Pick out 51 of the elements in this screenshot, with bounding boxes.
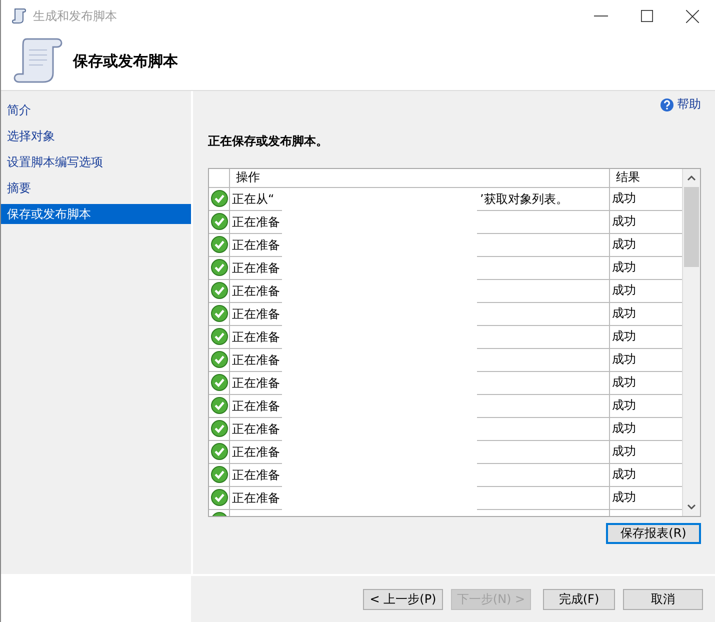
wizard-button[interactable]: < 上一步(P) [363, 588, 443, 610]
sidebar-item[interactable]: 简介 [1, 97, 191, 123]
success-check-icon [210, 213, 228, 230]
success-check-icon [210, 190, 228, 208]
success-check-icon [210, 351, 228, 368]
table-cell-text: 正在从“ [232, 190, 276, 208]
table-cell: 正在准备 [232, 398, 280, 415]
save-report-button[interactable]: 保存报表(R) [606, 522, 701, 544]
scrollbar-thumb[interactable] [684, 186, 699, 267]
page-title: 保存或发布脚本 [73, 52, 178, 70]
success-check-icon [210, 282, 228, 300]
maximize-icon[interactable] [641, 10, 653, 22]
success-check-icon [210, 328, 228, 346]
table-cell: 正在准备 [232, 282, 280, 300]
close-icon[interactable] [686, 10, 699, 22]
table-cell: 正在准备 [232, 306, 280, 323]
section-heading: 正在保存或发布脚本。 [208, 133, 329, 150]
scroll-icon [11, 8, 27, 24]
table-cell: 正在准备 [232, 444, 280, 461]
success-check-icon [210, 489, 228, 506]
success-check-icon [210, 443, 228, 460]
table-cell: 正在准备 [232, 214, 280, 231]
wizard-button[interactable]: 完成(F) [543, 588, 615, 610]
table-cell: 正在准备 [232, 328, 280, 346]
success-check-icon [210, 466, 228, 484]
success-check-icon [210, 420, 228, 438]
table-cell: 正在准备 [232, 352, 280, 369]
scroll-icon [13, 36, 63, 86]
sidebar-item[interactable]: 摘要 [1, 175, 191, 201]
table-cell: 正在准备 [232, 374, 280, 392]
sidebar-item[interactable]: 保存或发布脚本 [1, 204, 191, 224]
scroll-down-icon[interactable] [687, 504, 696, 510]
window-title: 生成和发布脚本 [33, 8, 117, 24]
table-cell: ’获取对象列表。 [480, 190, 568, 208]
success-check-icon [210, 397, 228, 414]
success-check-icon [210, 236, 228, 254]
scrollbar[interactable] [682, 168, 700, 516]
table-cell: 正在准备 [232, 420, 280, 438]
success-check-icon [210, 374, 228, 392]
success-check-icon [210, 259, 228, 276]
help-link[interactable]: 帮助 [660, 96, 701, 113]
table-cell: 正在准备 [232, 466, 280, 484]
sidebar-item[interactable]: 设置脚本编写选项 [1, 149, 191, 175]
table-cell: 正在准备 [232, 490, 280, 507]
wizard-button[interactable]: 取消 [623, 588, 703, 610]
sidebar-item[interactable]: 选择对象 [1, 123, 191, 149]
table-cell: 正在准备 [232, 260, 280, 277]
help-icon [660, 98, 674, 112]
scroll-up-icon[interactable] [687, 174, 696, 181]
table-cell: 正在准备 [232, 236, 280, 254]
success-check-icon [210, 305, 228, 322]
